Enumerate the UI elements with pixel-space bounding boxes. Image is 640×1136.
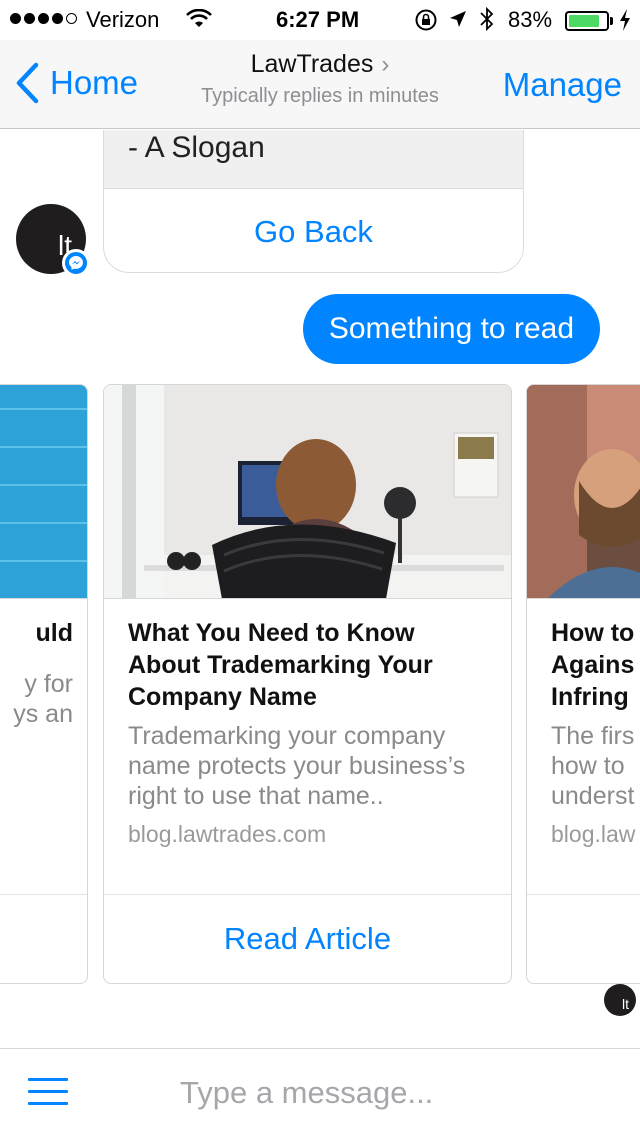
bluetooth-icon [478, 5, 496, 39]
article-description: Trademarking your company name protects … [128, 722, 466, 810]
title-text: LawTrades [250, 50, 374, 78]
article-title: How to Agains Infring [551, 619, 635, 711]
message-composer [0, 1048, 640, 1136]
battery-tip [610, 17, 613, 25]
message-card-text: - A Slogan [104, 130, 523, 189]
article-image [104, 385, 511, 599]
status-bar: Verizon 6:27 PM 83% [0, 0, 640, 40]
article-source: blog.lawtrades.com [128, 821, 327, 847]
carousel-card[interactable]: uld y for ys an [0, 384, 88, 984]
carousel-card[interactable]: How to Agains Infring The firs how to un… [526, 384, 640, 984]
article-image [0, 385, 87, 599]
back-button[interactable]: Home [14, 62, 138, 104]
read-article-button[interactable]: Read Article [104, 895, 511, 983]
charging-bolt-icon [618, 8, 632, 38]
battery-percentage: 83% [508, 7, 553, 32]
battery-icon [565, 11, 609, 31]
article-image [527, 385, 640, 599]
menu-icon[interactable] [28, 1078, 68, 1114]
previous-message-card: - A Slogan Go Back [103, 130, 524, 273]
article-description: y for ys an [13, 670, 73, 728]
read-article-button[interactable] [527, 895, 640, 983]
user-message-bubble: Something to read [302, 294, 600, 364]
page-title: LawTrades › [160, 50, 480, 79]
chat-thread[interactable]: - A Slogan Go Back lt Something to read … [0, 130, 640, 1048]
signal-dots-icon [10, 13, 77, 24]
carousel-card[interactable]: What You Need to Know About Trademarking… [103, 384, 512, 984]
back-chevron-icon [16, 62, 39, 104]
manage-button[interactable]: Manage [503, 66, 622, 104]
orientation-lock-icon [414, 8, 438, 38]
article-source: blog.law [551, 821, 636, 847]
article-title: uld [35, 619, 74, 647]
nav-bar: Home LawTrades › Typically replies in min… [0, 40, 640, 129]
carrier-name: Verizon [86, 7, 160, 32]
seen-avatar: lt [604, 984, 636, 1016]
chevron-right-icon: › [381, 51, 390, 78]
messenger-badge-icon [62, 249, 90, 277]
clock: 6:27 PM [276, 7, 360, 32]
wifi-icon [186, 8, 212, 35]
read-article-button[interactable] [0, 895, 87, 983]
response-time-subtitle: Typically replies in minutes [201, 85, 439, 107]
avatar-monogram: lt [622, 996, 629, 1012]
location-arrow-icon [448, 9, 468, 35]
article-description: The firs how to underst [551, 722, 635, 810]
conversation-title-button[interactable]: LawTrades › Typically replies in minutes [160, 50, 480, 108]
go-back-button[interactable]: Go Back [104, 189, 523, 272]
message-input[interactable] [180, 1071, 620, 1115]
back-label: Home [50, 64, 139, 101]
article-title: What You Need to Know About Trademarking… [128, 619, 433, 711]
